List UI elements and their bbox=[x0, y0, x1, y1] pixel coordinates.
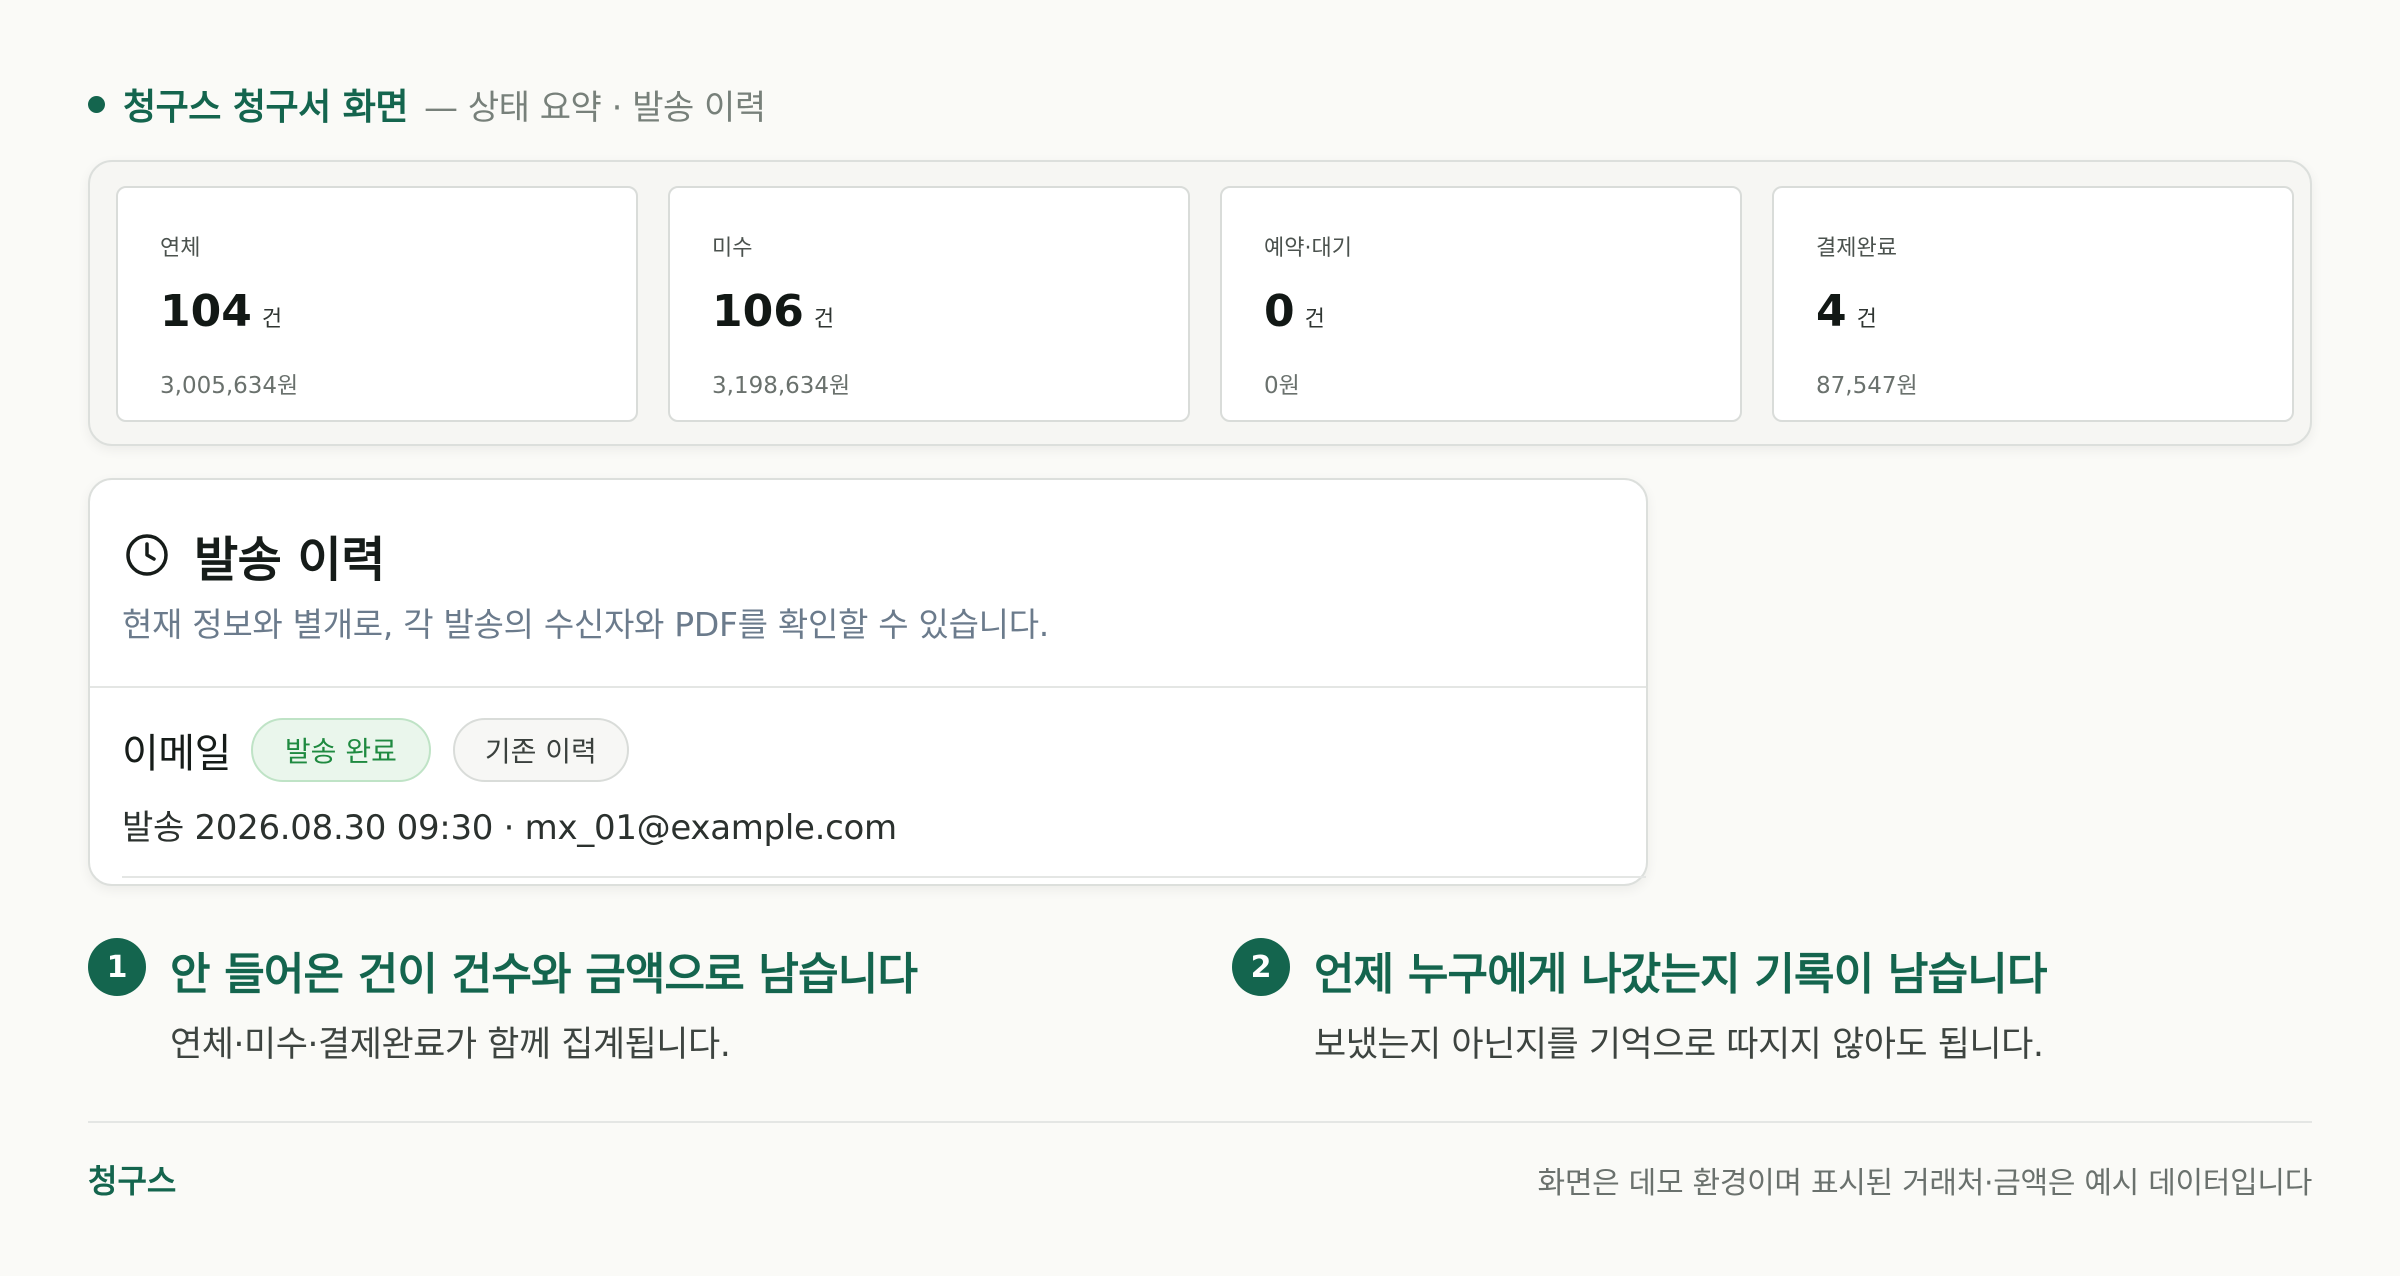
feature-description: 연체·미수·결제완료가 함께 집계됩니다. bbox=[170, 1025, 731, 1065]
stat-card-overdue[interactable]: 연체 104 건 3,005,634원 bbox=[116, 186, 638, 422]
status-summary: 연체 104 건 3,005,634원 미수 106 건 3,198,634원 … bbox=[88, 160, 2312, 446]
divider bbox=[90, 686, 1646, 688]
stat-unit: 건 bbox=[261, 307, 283, 332]
page-subtitle: — 상태 요약 · 발송 이력 bbox=[424, 87, 766, 128]
history-header: 발송 이력 bbox=[124, 520, 385, 590]
channel-label: 이메일 bbox=[122, 731, 231, 777]
brand-dot-icon bbox=[88, 95, 105, 113]
stat-unit: 건 bbox=[813, 307, 835, 332]
stat-number: 0 bbox=[1264, 286, 1295, 337]
stat-label: 연체 bbox=[160, 236, 201, 261]
status-badge: 발송 완료 bbox=[250, 718, 431, 782]
stat-card-paid[interactable]: 결제완료 4 건 87,547원 bbox=[1772, 186, 2294, 422]
billing-page: 청구스 청구서 화면 — 상태 요약 · 발송 이력 연체 104 건 3,00… bbox=[0, 0, 2400, 1276]
send-history-card: 발송 이력 현재 정보와 별개로, 각 발송의 수신자와 PDF를 확인할 수 … bbox=[88, 478, 1648, 886]
stat-number: 104 bbox=[160, 286, 252, 337]
stat-card-unpaid[interactable]: 미수 106 건 3,198,634원 bbox=[668, 186, 1190, 422]
footer-divider bbox=[88, 1121, 2312, 1123]
stat-unit: 건 bbox=[1856, 307, 1877, 332]
stat-count: 4 건 bbox=[1816, 286, 1877, 337]
history-title: 발송 이력 bbox=[194, 532, 385, 588]
history-entry[interactable]: 이메일 발송 완료 기존 이력 bbox=[122, 718, 629, 782]
stat-count: 0 건 bbox=[1264, 286, 1325, 337]
feature-description: 보냈는지 아닌지를 기억으로 따지지 않아도 됩니다. bbox=[1314, 1025, 2044, 1065]
stat-label: 결제완료 bbox=[1816, 236, 1897, 261]
footer-brand[interactable]: 청구스 bbox=[88, 1156, 176, 1202]
stat-unit: 건 bbox=[1304, 307, 1325, 332]
stat-count: 104 건 bbox=[160, 286, 282, 337]
clock-icon bbox=[126, 534, 168, 576]
stat-label: 미수 bbox=[712, 236, 753, 261]
stat-label: 예약·대기 bbox=[1264, 236, 1352, 261]
history-tag: 기존 이력 bbox=[452, 718, 629, 782]
feature-title: 언제 누구에게 나갔는지 기록이 남습니다 bbox=[1314, 949, 2047, 1000]
stat-amount: 3,005,634원 bbox=[160, 373, 299, 399]
feature-title: 안 들어온 건이 건수와 금액으로 남습니다 bbox=[170, 949, 918, 1000]
stat-card-scheduled[interactable]: 예약·대기 0 건 0원 bbox=[1220, 186, 1742, 422]
history-entry-meta: 발송 2026.08.30 09:30 · mx_01@example.com bbox=[122, 808, 897, 848]
stat-amount: 0원 bbox=[1264, 373, 1300, 399]
footer-note: 화면은 데모 환경이며 표시된 거래처·금액은 예시 데이터입니다 bbox=[1537, 1166, 2313, 1201]
step-number-badge: 1 bbox=[88, 938, 146, 996]
history-description: 현재 정보와 별개로, 각 발송의 수신자와 PDF를 확인할 수 있습니다. bbox=[122, 605, 1049, 644]
divider bbox=[122, 876, 1646, 878]
step-number-badge: 2 bbox=[1232, 938, 1290, 996]
stat-amount: 3,198,634원 bbox=[712, 373, 851, 399]
stat-number: 106 bbox=[712, 286, 804, 337]
page-title: 청구스 청구서 화면 bbox=[123, 87, 409, 128]
stat-amount: 87,547원 bbox=[1816, 373, 1918, 399]
stat-count: 106 건 bbox=[712, 286, 834, 337]
stat-number: 4 bbox=[1816, 286, 1847, 337]
page-header: 청구스 청구서 화면 — 상태 요약 · 발송 이력 bbox=[88, 78, 766, 130]
